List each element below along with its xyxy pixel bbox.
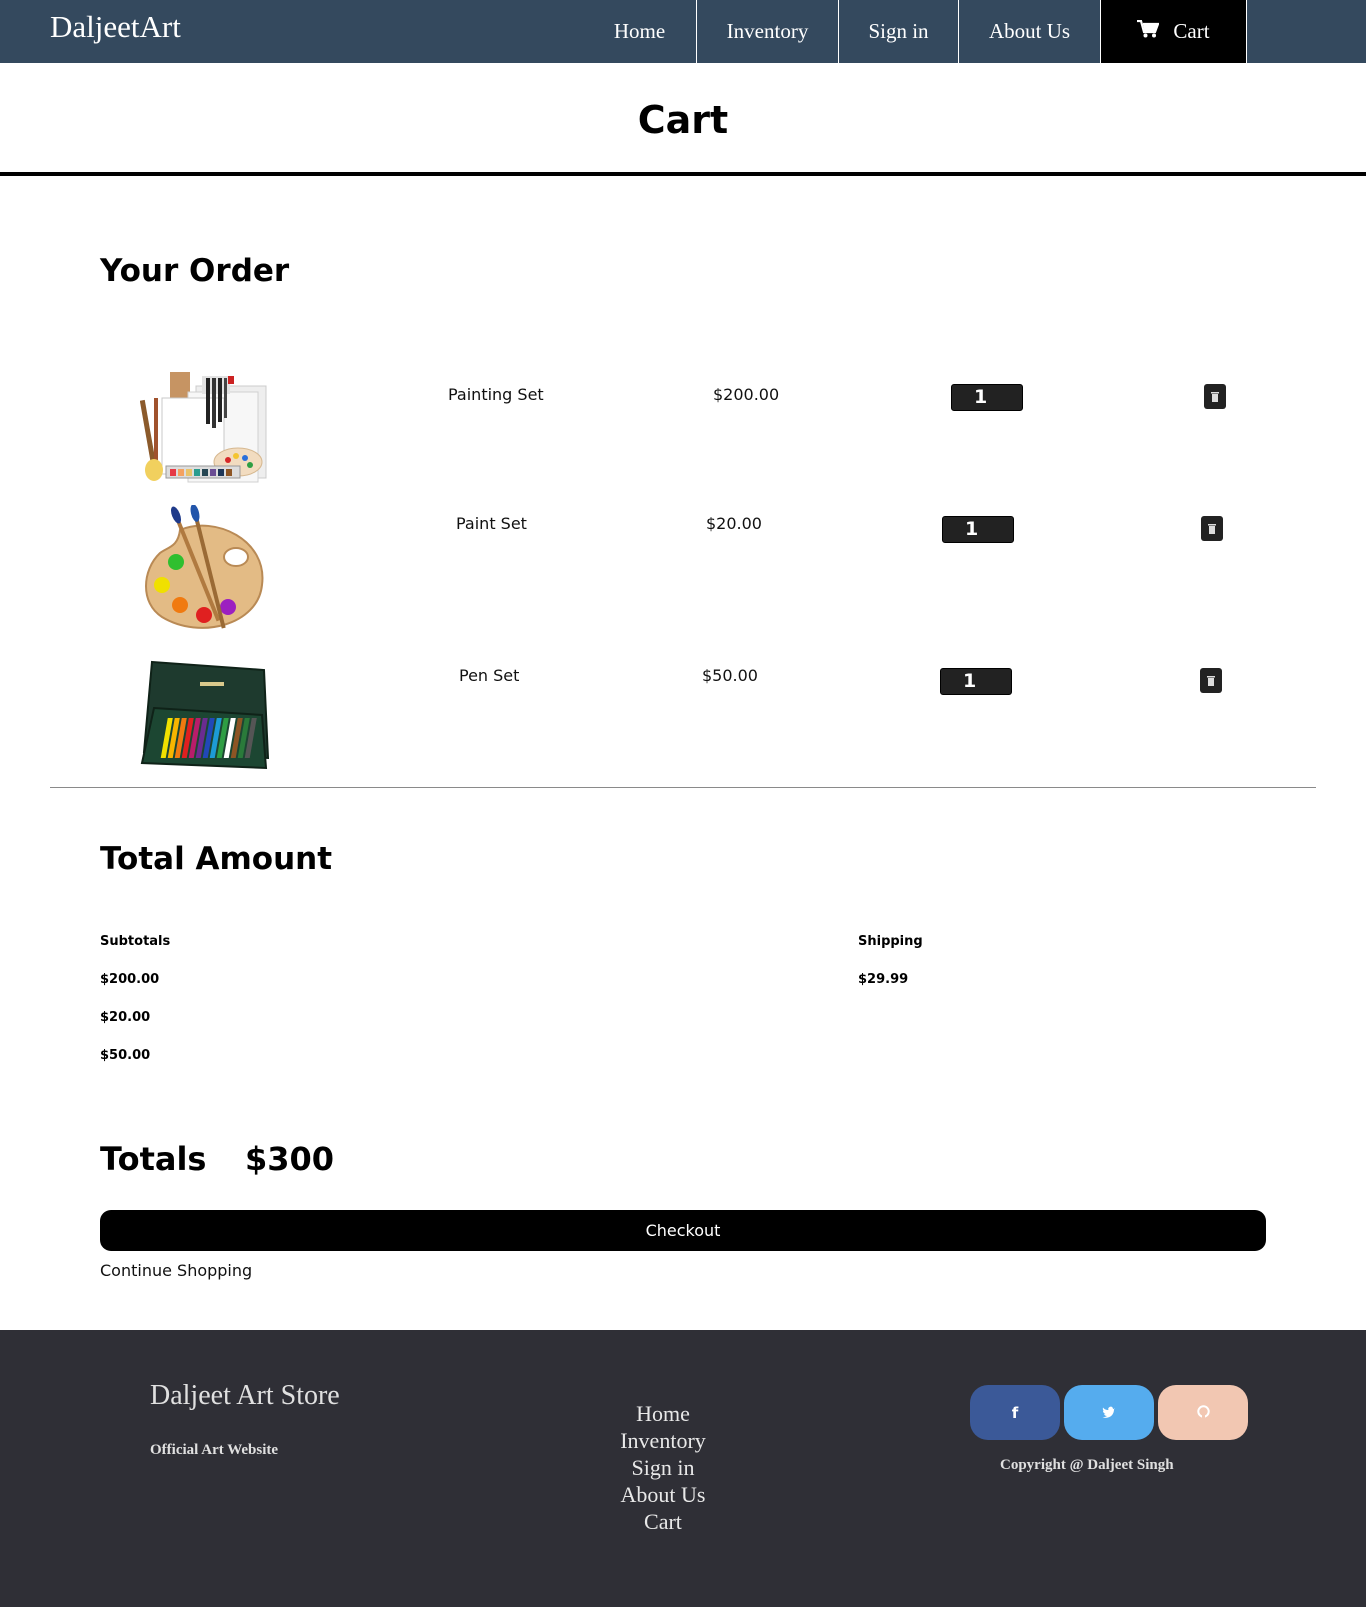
item-name: Paint Set xyxy=(456,514,527,533)
footer-link-cart[interactable]: Cart xyxy=(563,1508,763,1535)
remove-item-button[interactable] xyxy=(1204,384,1226,409)
totals-value: $300 xyxy=(245,1140,335,1178)
item-price: $200.00 xyxy=(713,385,780,404)
your-order-heading: Your Order xyxy=(100,253,290,289)
title-underline xyxy=(0,172,1366,176)
nav-about-us[interactable]: About Us xyxy=(959,0,1100,63)
shipping-value: $29.99 xyxy=(858,972,909,987)
nav-divider xyxy=(1246,0,1247,63)
remove-item-button[interactable] xyxy=(1201,516,1223,541)
quantity-input[interactable]: 1 xyxy=(951,384,1023,411)
shopping-cart-icon xyxy=(1137,19,1161,44)
shipping-label: Shipping xyxy=(858,934,923,949)
footer-brand: Daljeet Art Store xyxy=(150,1380,340,1411)
page-title: Cart xyxy=(637,98,729,142)
github-button[interactable] xyxy=(1158,1385,1248,1440)
item-price: $20.00 xyxy=(706,514,762,533)
subtotal-value: $50.00 xyxy=(100,1048,151,1063)
pen-set-image xyxy=(140,660,270,779)
subtotal-value: $20.00 xyxy=(100,1010,151,1025)
twitter-icon xyxy=(1102,1404,1116,1422)
copyright-text: Copyright @ Daljeet Singh xyxy=(1000,1457,1174,1473)
twitter-button[interactable] xyxy=(1064,1385,1154,1440)
remove-item-button[interactable] xyxy=(1200,668,1222,693)
footer-tagline: Official Art Website xyxy=(150,1442,279,1458)
facebook-button[interactable]: f xyxy=(970,1385,1060,1440)
navbar: DaljeetArt Home Inventory Sign in About … xyxy=(0,0,1366,63)
nav-sign-in[interactable]: Sign in xyxy=(839,0,958,63)
footer-link-inventory[interactable]: Inventory xyxy=(563,1427,763,1454)
brand-logo[interactable]: DaljeetArt xyxy=(50,9,181,45)
order-divider xyxy=(50,787,1316,788)
quantity-input[interactable]: 1 xyxy=(942,516,1014,543)
painting-set-image xyxy=(139,370,270,492)
item-name: Pen Set xyxy=(459,666,520,685)
checkout-button[interactable]: Checkout xyxy=(100,1210,1266,1251)
trash-icon xyxy=(1208,519,1216,538)
subtotals-label: Subtotals xyxy=(100,934,171,949)
footer-link-sign-in[interactable]: Sign in xyxy=(563,1454,763,1481)
github-icon xyxy=(1196,1404,1210,1422)
footer-link-home[interactable]: Home xyxy=(563,1400,763,1427)
subtotal-value: $200.00 xyxy=(100,972,160,987)
totals-label: Totals xyxy=(100,1140,207,1178)
nav-cart-label: Cart xyxy=(1173,19,1210,43)
item-name: Painting Set xyxy=(448,385,544,404)
item-price: $50.00 xyxy=(702,666,758,685)
paint-set-image xyxy=(140,504,270,644)
continue-shopping-link[interactable]: Continue Shopping xyxy=(100,1261,252,1280)
total-amount-heading: Total Amount xyxy=(100,841,333,877)
nav-inventory[interactable]: Inventory xyxy=(697,0,838,63)
quantity-input[interactable]: 1 xyxy=(940,668,1012,695)
footer-link-about-us[interactable]: About Us xyxy=(563,1481,763,1508)
trash-icon xyxy=(1211,387,1219,406)
nav-home[interactable]: Home xyxy=(584,0,695,63)
trash-icon xyxy=(1207,671,1215,690)
facebook-icon: f xyxy=(1011,1403,1019,1422)
nav-cart[interactable]: Cart xyxy=(1101,0,1246,63)
